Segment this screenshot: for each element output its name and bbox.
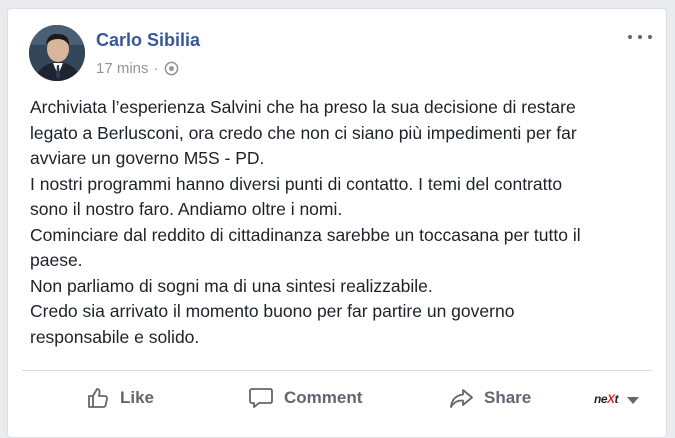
post-line: paese. (30, 250, 83, 270)
more-options-icon[interactable] (628, 29, 652, 45)
avatar[interactable] (29, 25, 85, 81)
timestamp[interactable]: 17 mins (96, 60, 149, 77)
like-label: Like (120, 388, 155, 407)
post-line: Cominciare dal reddito di cittadinanza s… (30, 224, 581, 245)
share-button[interactable]: Share (448, 381, 531, 415)
chevron-down-icon (627, 397, 640, 404)
meta-separator: · (153, 59, 159, 77)
post-line: I nostri programmi hanno diversi punti d… (30, 173, 563, 194)
page-brand-logo: neXt (594, 392, 619, 406)
share-as-dropdown[interactable]: neXt (594, 389, 640, 409)
post-line: Archiviata l’esperienza Salvini che ha p… (30, 97, 576, 117)
divider (22, 370, 652, 371)
post-line: sono il nostro faro. Andiamo oltre i nom… (30, 199, 343, 219)
post-line: avviare un governo M5S - PD. (30, 148, 265, 168)
author-name[interactable]: Carlo Sibilia (96, 30, 200, 51)
thumbs-up-icon (88, 388, 108, 408)
comment-label: Comment (284, 388, 363, 407)
comment-button[interactable]: Comment (248, 381, 362, 415)
post-body: Archiviata l’esperienza Salvini che ha p… (30, 95, 650, 350)
post-meta: 17 mins · (96, 59, 179, 77)
post-line: responsabile e solido. (30, 326, 200, 347)
action-bar: Like Comment Share neXt (8, 381, 666, 415)
post-card: Carlo Sibilia 17 mins · Archiviata l’esp… (7, 8, 667, 438)
like-button[interactable]: Like (86, 381, 154, 415)
globe-icon[interactable] (164, 61, 179, 76)
share-label: Share (484, 388, 532, 407)
share-icon (450, 389, 473, 408)
post-line: Non parliamo di sogni ma di una sintesi … (30, 275, 433, 296)
comment-icon (249, 388, 273, 408)
post-line: Credo sia arrivato il momento buono per … (30, 301, 515, 321)
post-line: legato a Berlusconi, ora credo che non c… (30, 122, 577, 143)
